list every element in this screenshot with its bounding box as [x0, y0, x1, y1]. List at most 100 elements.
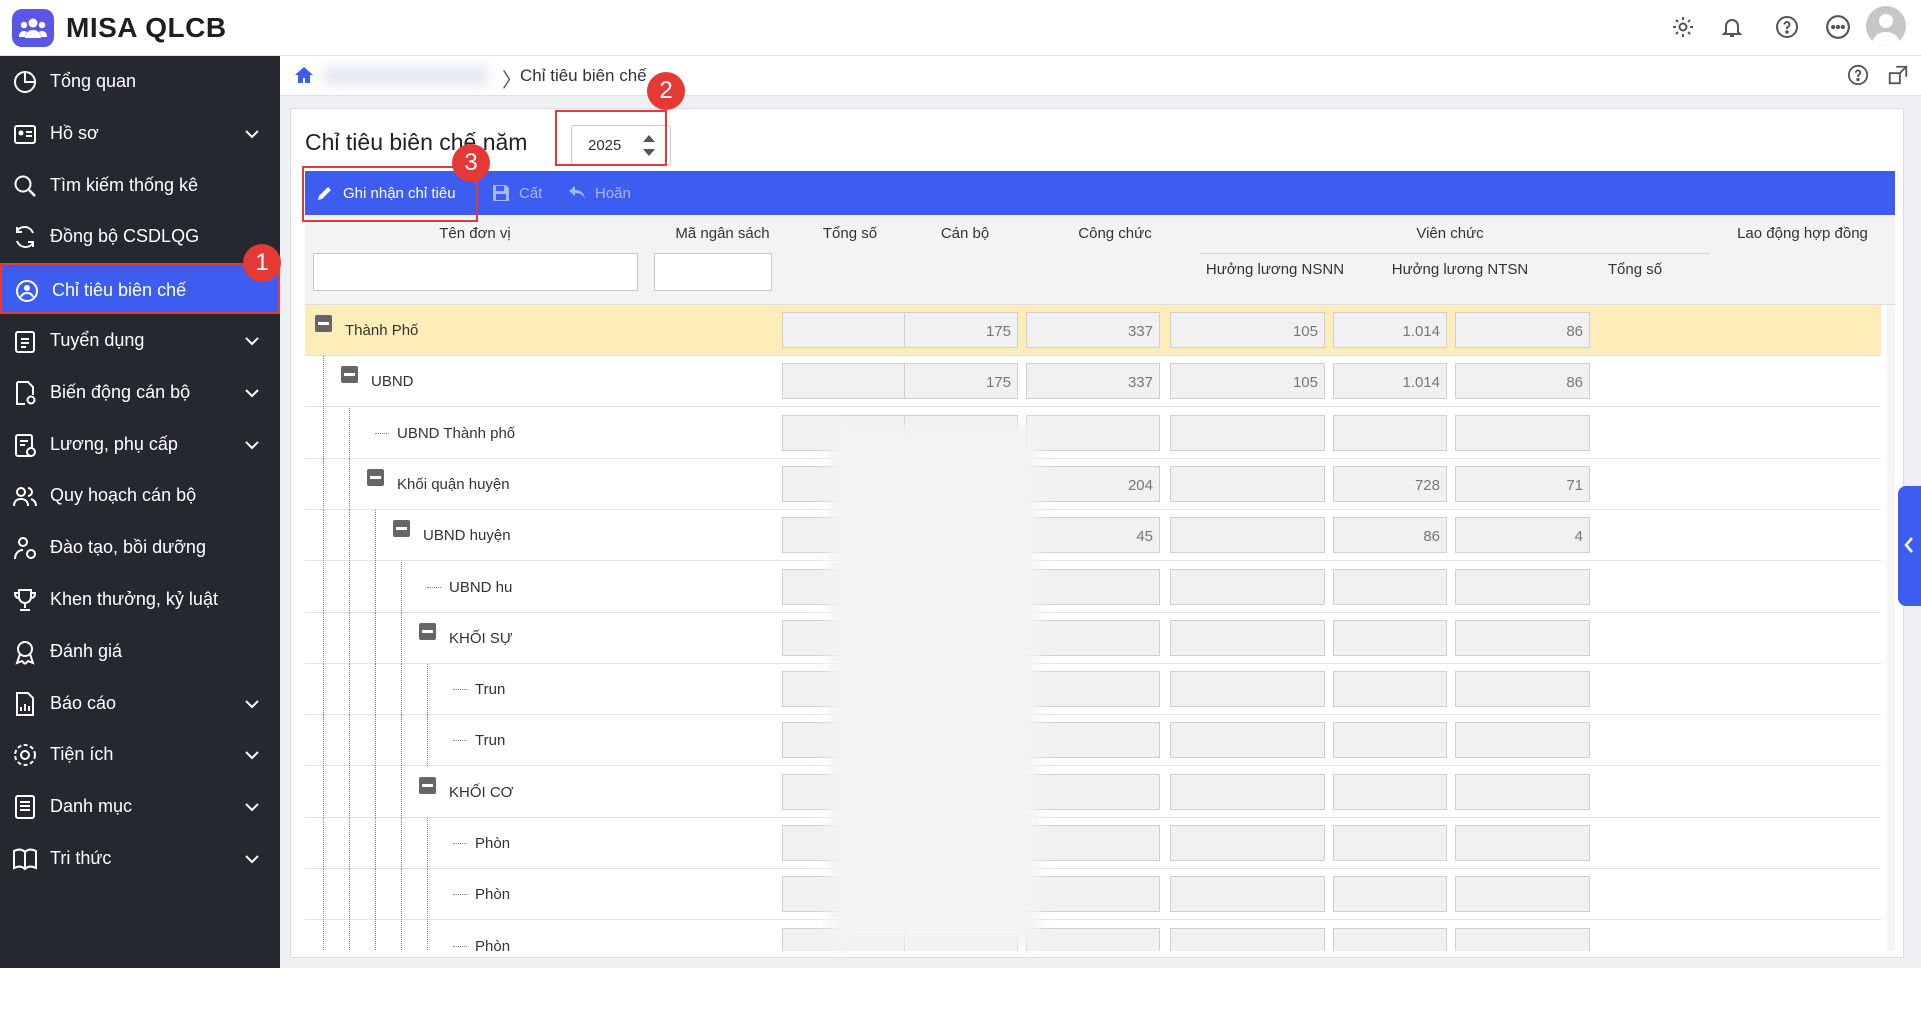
value-cell[interactable]: [1026, 671, 1160, 708]
chevron-down-icon[interactable]: [243, 125, 261, 143]
value-cell[interactable]: 4: [1455, 517, 1590, 554]
value-cell[interactable]: [1026, 414, 1160, 451]
value-cell[interactable]: [782, 312, 922, 348]
sidebar-item-target-user[interactable]: Chỉ tiêu biên chế: [0, 263, 280, 315]
value-cell[interactable]: 175: [904, 363, 1018, 400]
value-cell[interactable]: [1170, 568, 1325, 605]
table-row[interactable]: KHỐI SỰ: [305, 612, 1881, 664]
value-cell[interactable]: 728: [1333, 465, 1447, 502]
chevron-down-icon[interactable]: [243, 746, 261, 764]
sidebar-item-settings-cog[interactable]: Tiện ích: [0, 729, 280, 780]
user-avatar-icon[interactable]: [1866, 6, 1906, 46]
collapse-node-icon[interactable]: [393, 520, 410, 538]
value-cell[interactable]: [1455, 414, 1590, 451]
value-cell[interactable]: [1026, 568, 1160, 605]
value-cell[interactable]: [1170, 619, 1325, 656]
sidebar-item-clipboard[interactable]: Tuyển dụng: [0, 315, 280, 366]
value-cell[interactable]: [1333, 414, 1447, 451]
value-cell[interactable]: [1170, 722, 1325, 759]
value-cell[interactable]: [1333, 927, 1447, 951]
sidebar-item-search[interactable]: Tìm kiếm thống kê: [0, 160, 280, 211]
value-cell[interactable]: [1455, 927, 1590, 951]
chevron-down-icon[interactable]: [243, 798, 261, 816]
value-cell[interactable]: 45: [1026, 517, 1160, 554]
chevron-down-icon[interactable]: [243, 850, 261, 868]
value-cell[interactable]: [1333, 773, 1447, 810]
sidebar-item-trophy[interactable]: Khen thưởng, kỷ luật: [0, 574, 280, 625]
table-row[interactable]: Phòn: [305, 869, 1881, 921]
value-cell[interactable]: 105: [1170, 312, 1325, 348]
collapse-node-icon[interactable]: [315, 315, 332, 332]
side-panel-toggle[interactable]: [1898, 486, 1921, 606]
chevron-down-icon[interactable]: [243, 695, 261, 713]
value-cell[interactable]: [1170, 773, 1325, 810]
value-cell[interactable]: [1170, 927, 1325, 951]
value-cell[interactable]: 86: [1333, 517, 1447, 554]
table-row[interactable]: Trun: [305, 664, 1881, 716]
collapse-node-icon[interactable]: [367, 468, 384, 486]
value-cell[interactable]: [1333, 825, 1447, 861]
gear-icon[interactable]: [1668, 12, 1698, 42]
value-cell[interactable]: [1333, 876, 1447, 913]
table-row[interactable]: UBND12841753371051.01486: [305, 356, 1881, 408]
table-row[interactable]: UBND huyện9045864: [305, 510, 1881, 562]
value-cell[interactable]: [1455, 876, 1590, 913]
sidebar-item-salary[interactable]: Lương, phụ cấp: [0, 419, 280, 470]
value-cell[interactable]: 337: [1026, 312, 1160, 348]
value-cell[interactable]: [1026, 876, 1160, 913]
value-cell[interactable]: [1455, 773, 1590, 810]
value-cell[interactable]: [1170, 414, 1325, 451]
value-cell[interactable]: [1333, 671, 1447, 708]
chevron-down-icon[interactable]: [243, 332, 261, 350]
value-cell[interactable]: [1026, 927, 1160, 951]
table-row[interactable]: Khối quận huyện95114320472871: [305, 458, 1881, 510]
table-row[interactable]: Thành Phố12841753371051.01486: [305, 305, 1881, 356]
value-cell[interactable]: 175: [904, 312, 1018, 348]
sidebar-item-report[interactable]: Báo cáo: [0, 678, 280, 729]
page-help-icon[interactable]: [1847, 64, 1869, 86]
value-cell[interactable]: [1170, 671, 1325, 708]
sidebar-item-book[interactable]: Tri thức: [0, 833, 280, 884]
collapse-node-icon[interactable]: [341, 366, 358, 384]
value-cell[interactable]: [1026, 773, 1160, 810]
home-icon[interactable]: [294, 66, 314, 84]
table-row[interactable]: UBND Thành phố: [305, 407, 1881, 459]
collapse-node-icon[interactable]: [419, 622, 436, 640]
sidebar-item-award[interactable]: Đánh giá: [0, 626, 280, 677]
value-cell[interactable]: 86: [1455, 363, 1590, 400]
app-logo[interactable]: [12, 9, 54, 47]
filter-unit-name-input[interactable]: [313, 253, 638, 291]
sidebar-item-sync[interactable]: Đồng bộ CSDLQG: [0, 211, 280, 262]
value-cell[interactable]: [1170, 517, 1325, 554]
table-row[interactable]: Phòn: [305, 920, 1881, 951]
sidebar-item-list[interactable]: Danh mục: [0, 781, 280, 832]
value-cell[interactable]: [1170, 876, 1325, 913]
value-cell[interactable]: 1.014: [1333, 312, 1447, 348]
popout-icon[interactable]: [1887, 64, 1909, 86]
help-icon[interactable]: [1772, 12, 1802, 42]
value-cell[interactable]: [1455, 671, 1590, 708]
bell-icon[interactable]: [1717, 12, 1747, 42]
value-cell[interactable]: [1333, 722, 1447, 759]
undo-button[interactable]: Hoãn: [567, 171, 631, 215]
sidebar-item-pie-chart[interactable]: Tổng quan: [0, 56, 280, 107]
value-cell[interactable]: [1455, 568, 1590, 605]
collapse-node-icon[interactable]: [419, 776, 436, 794]
table-row[interactable]: UBND hu: [305, 561, 1881, 613]
value-cell[interactable]: [1455, 619, 1590, 656]
table-row[interactable]: Trun: [305, 715, 1881, 767]
value-cell[interactable]: 337: [1026, 363, 1160, 400]
value-cell[interactable]: [1026, 825, 1160, 861]
value-cell[interactable]: [782, 363, 922, 400]
value-cell[interactable]: 105: [1170, 363, 1325, 400]
more-icon[interactable]: [1823, 12, 1853, 42]
filter-budget-code-input[interactable]: [654, 253, 772, 291]
value-cell[interactable]: 71: [1455, 465, 1590, 502]
value-cell[interactable]: [1026, 722, 1160, 759]
value-cell[interactable]: 86: [1455, 312, 1590, 348]
value-cell[interactable]: [1455, 825, 1590, 861]
table-row[interactable]: Phòn: [305, 818, 1881, 869]
value-cell[interactable]: [1333, 619, 1447, 656]
value-cell[interactable]: 1.014: [1333, 363, 1447, 400]
table-scrollbar[interactable]: [1887, 305, 1895, 951]
